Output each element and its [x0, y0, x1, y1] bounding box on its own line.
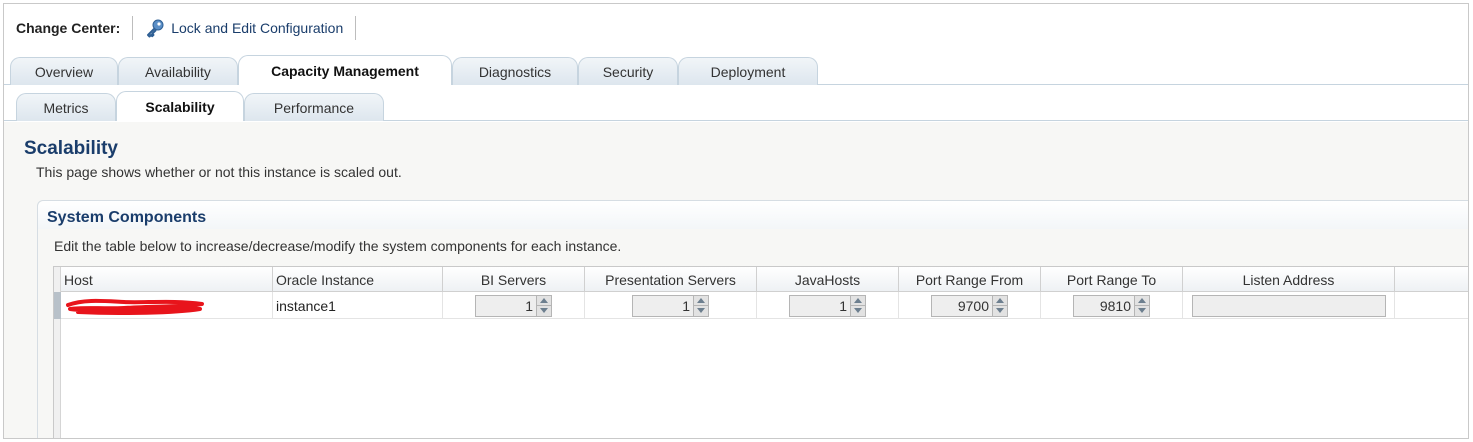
tab-diagnostics[interactable]: Diagnostics	[452, 57, 578, 85]
toolbar-divider-end	[355, 16, 357, 40]
system-components-table: Host Oracle Instance BI Servers Presenta…	[53, 266, 1468, 438]
stepper-buttons	[694, 294, 709, 317]
oracle-instance-value: instance1	[276, 297, 336, 314]
column-header-javahosts[interactable]: JavaHosts	[757, 267, 899, 292]
decrement-button[interactable]	[851, 305, 865, 316]
chevron-up-icon	[697, 297, 705, 303]
lock-and-edit-label: Lock and Edit Configuration	[171, 20, 344, 36]
chevron-up-icon	[540, 297, 548, 303]
cell-oracle-instance: instance1	[273, 292, 443, 319]
section-header: System Components	[38, 201, 1468, 229]
cell-host	[61, 292, 273, 319]
window-frame: Change Center: Lock and Edit Configurati…	[3, 3, 1469, 439]
bi-servers-input[interactable]: 1	[475, 294, 537, 317]
cell-port-range-from: 9700	[899, 292, 1041, 319]
javahosts-stepper[interactable]: 1	[789, 294, 866, 317]
tab-security[interactable]: Security	[578, 57, 678, 85]
row-selector[interactable]	[54, 292, 61, 319]
lock-and-edit-button[interactable]: Lock and Edit Configuration	[145, 18, 343, 38]
column-header-port-range-from[interactable]: Port Range From	[899, 267, 1041, 292]
stepper-buttons	[993, 294, 1008, 317]
section-description: Edit the table below to increase/decreas…	[54, 238, 622, 254]
section-title: System Components	[47, 209, 207, 226]
chevron-up-icon	[854, 297, 862, 303]
page-title: Scalability	[24, 138, 118, 159]
stepper-buttons	[851, 294, 866, 317]
column-header-host[interactable]: Host	[61, 267, 273, 292]
chevron-down-icon	[854, 308, 862, 314]
change-center-title: Change Center:	[16, 20, 121, 36]
tab-capacity-management[interactable]: Capacity Management	[238, 55, 452, 85]
sub-tabbar: Metrics Scalability Performance	[4, 91, 1468, 121]
cell-bi-servers: 1	[443, 292, 585, 319]
column-header-port-range-to[interactable]: Port Range To	[1041, 267, 1183, 292]
change-center-bar: Change Center: Lock and Edit Configurati…	[4, 4, 1468, 52]
chevron-down-icon	[540, 308, 548, 314]
column-header-bi-servers[interactable]: BI Servers	[443, 267, 585, 292]
table-header: Host Oracle Instance BI Servers Presenta…	[61, 267, 1468, 292]
bi-servers-stepper[interactable]: 1	[475, 294, 552, 317]
stepper-buttons	[1135, 294, 1150, 317]
column-header-presentation-servers[interactable]: Presentation Servers	[585, 267, 757, 292]
increment-button[interactable]	[694, 296, 708, 306]
cell-port-range-to: 9810	[1041, 292, 1183, 319]
main-tabbar: Overview Availability Capacity Managemen…	[4, 55, 1468, 85]
port-range-from-stepper[interactable]: 9700	[931, 294, 1008, 317]
tab-deployment[interactable]: Deployment	[678, 57, 818, 85]
toolbar-divider	[132, 16, 134, 40]
port-range-to-stepper[interactable]: 9810	[1073, 294, 1150, 317]
table-row[interactable]: instance1 1 1 1 9700 9810	[54, 292, 1468, 319]
decrement-button[interactable]	[993, 305, 1007, 316]
content-area: Scalability This page shows whether or n…	[4, 122, 1468, 438]
port-range-from-input[interactable]: 9700	[931, 294, 993, 317]
increment-button[interactable]	[993, 296, 1007, 306]
page-description: This page shows whether or not this inst…	[36, 164, 402, 180]
subtab-metrics[interactable]: Metrics	[16, 93, 116, 121]
tab-overview[interactable]: Overview	[10, 57, 118, 85]
cell-filler	[1395, 292, 1468, 319]
cell-javahosts: 1	[757, 292, 899, 319]
redaction-scribble	[66, 298, 204, 315]
listen-address-input[interactable]	[1191, 294, 1386, 317]
chevron-down-icon	[1138, 308, 1146, 314]
cell-listen-address	[1183, 292, 1395, 319]
chevron-down-icon	[996, 308, 1004, 314]
increment-button[interactable]	[851, 296, 865, 306]
presentation-servers-input[interactable]: 1	[632, 294, 694, 317]
javahosts-input[interactable]: 1	[789, 294, 851, 317]
increment-button[interactable]	[537, 296, 551, 306]
decrement-button[interactable]	[1135, 305, 1149, 316]
column-header-oracle-instance[interactable]: Oracle Instance	[273, 267, 443, 292]
subtab-performance[interactable]: Performance	[244, 93, 384, 121]
chevron-up-icon	[1138, 297, 1146, 303]
column-header-listen-address[interactable]: Listen Address	[1183, 267, 1395, 292]
port-range-to-input[interactable]: 9810	[1073, 294, 1135, 317]
subtab-scalability[interactable]: Scalability	[116, 91, 244, 121]
chevron-down-icon	[697, 308, 705, 314]
chevron-up-icon	[996, 297, 1004, 303]
stepper-buttons	[537, 294, 552, 317]
system-components-section: System Components Edit the table below t…	[37, 200, 1468, 438]
increment-button[interactable]	[1135, 296, 1149, 306]
presentation-servers-stepper[interactable]: 1	[632, 294, 709, 317]
decrement-button[interactable]	[537, 305, 551, 316]
cell-presentation-servers: 1	[585, 292, 757, 319]
column-header-filler	[1395, 267, 1468, 292]
tab-availability[interactable]: Availability	[118, 57, 238, 85]
decrement-button[interactable]	[694, 305, 708, 316]
key-icon	[147, 19, 164, 38]
